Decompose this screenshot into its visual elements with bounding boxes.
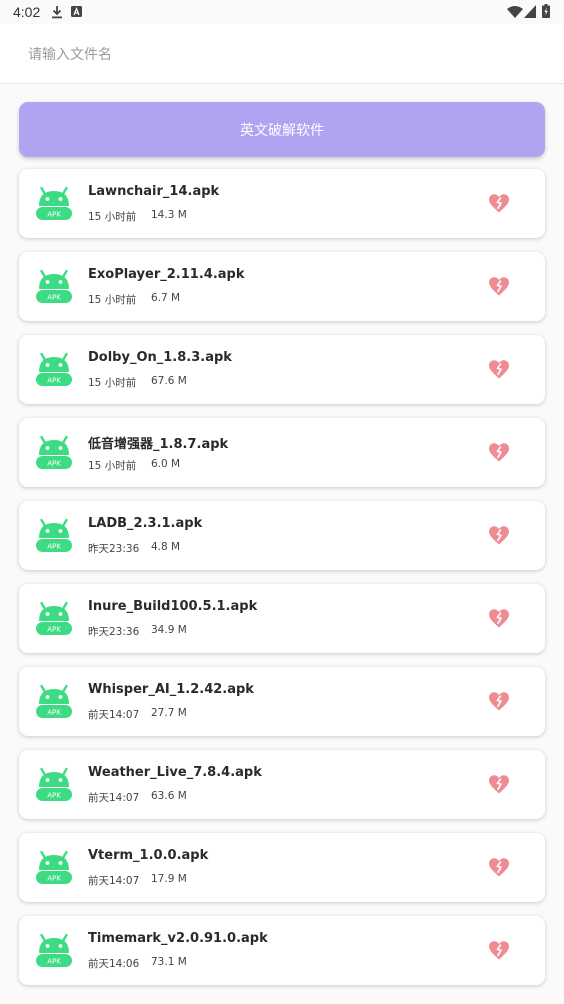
- file-card[interactable]: APK 低音增强器_1.8.7.apk 15 小时前 6.0 M: [19, 418, 545, 487]
- file-name: Lawnchair_14.apk: [88, 184, 220, 199]
- android-apk-icon: APK: [36, 186, 72, 220]
- file-size: 27.7 M: [151, 707, 187, 719]
- file-name: 低音增强器_1.8.7.apk: [88, 437, 229, 452]
- heart-icon[interactable]: [487, 275, 511, 297]
- file-name: ExoPlayer_2.11.4.apk: [88, 267, 245, 282]
- svg-text:APK: APK: [47, 377, 61, 385]
- file-size: 34.9 M: [151, 624, 187, 636]
- file-size: 14.3 M: [151, 209, 187, 221]
- battery-icon: [542, 4, 550, 18]
- heart-icon[interactable]: [487, 939, 511, 961]
- heart-icon[interactable]: [487, 690, 511, 712]
- android-apk-icon: APK: [36, 352, 72, 386]
- signal-icon: [524, 5, 536, 18]
- file-time: 前天14:07: [88, 792, 140, 804]
- file-name: Inure_Build100.5.1.apk: [88, 599, 258, 614]
- heart-icon[interactable]: [487, 856, 511, 878]
- file-time: 前天14:07: [88, 875, 140, 887]
- android-apk-icon: APK: [36, 684, 72, 718]
- heart-icon[interactable]: [487, 524, 511, 546]
- search-input[interactable]: [26, 42, 530, 68]
- svg-text:APK: APK: [47, 543, 61, 551]
- file-name: Timemark_v2.0.91.0.apk: [88, 931, 268, 946]
- file-card[interactable]: APK Dolby_On_1.8.3.apk 15 小时前 67.6 M: [19, 335, 545, 404]
- file-size: 73.1 M: [151, 956, 187, 968]
- file-card[interactable]: APK ExoPlayer_2.11.4.apk 15 小时前 6.7 M: [19, 252, 545, 321]
- file-card[interactable]: APK Weather_Live_7.8.4.apk 前天14:07 63.6 …: [19, 750, 545, 819]
- file-size: 17.9 M: [151, 873, 187, 885]
- file-time: 前天14:06: [88, 958, 140, 970]
- category-button-label: 英文破解软件: [240, 122, 324, 139]
- file-card[interactable]: APK Whisper_AI_1.2.42.apk 前天14:07 27.7 M: [19, 667, 545, 736]
- status-bar: 4:02: [0, 0, 564, 24]
- file-size: 63.6 M: [151, 790, 187, 802]
- file-card[interactable]: APK Lawnchair_14.apk 15 小时前 14.3 M: [19, 169, 545, 238]
- file-name: Vterm_1.0.0.apk: [88, 848, 209, 863]
- svg-text:APK: APK: [47, 875, 61, 883]
- file-size: 6.7 M: [151, 292, 181, 304]
- wifi-icon: [507, 6, 523, 18]
- heart-icon[interactable]: [487, 441, 511, 463]
- android-apk-icon: APK: [36, 933, 72, 967]
- android-apk-icon: APK: [36, 767, 72, 801]
- svg-text:APK: APK: [47, 294, 61, 302]
- android-apk-icon: APK: [36, 269, 72, 303]
- file-time: 15 小时前: [88, 377, 137, 389]
- svg-text:APK: APK: [47, 211, 61, 219]
- android-apk-icon: APK: [36, 435, 72, 469]
- heart-icon[interactable]: [487, 192, 511, 214]
- file-time: 15 小时前: [88, 460, 137, 472]
- svg-text:APK: APK: [47, 709, 61, 717]
- file-name: Weather_Live_7.8.4.apk: [88, 765, 262, 780]
- file-card[interactable]: APK Timemark_v2.0.91.0.apk 前天14:06 73.1 …: [19, 916, 545, 985]
- file-card[interactable]: APK Inure_Build100.5.1.apk 昨天23:36 34.9 …: [19, 584, 545, 653]
- file-name: Whisper_AI_1.2.42.apk: [88, 682, 254, 697]
- svg-text:APK: APK: [47, 460, 61, 468]
- svg-text:APK: APK: [47, 792, 61, 800]
- file-card[interactable]: APK LADB_2.3.1.apk 昨天23:36 4.8 M: [19, 501, 545, 570]
- file-time: 前天14:07: [88, 709, 140, 721]
- status-time: 4:02: [13, 4, 41, 20]
- search-bar: [0, 24, 564, 84]
- file-time: 昨天23:36: [88, 543, 140, 555]
- file-name: LADB_2.3.1.apk: [88, 516, 203, 531]
- category-button[interactable]: 英文破解软件: [19, 102, 545, 157]
- file-size: 6.0 M: [151, 458, 181, 470]
- file-size: 4.8 M: [151, 541, 181, 553]
- android-apk-icon: APK: [36, 601, 72, 635]
- file-card[interactable]: APK Vterm_1.0.0.apk 前天14:07 17.9 M: [19, 833, 545, 902]
- file-time: 15 小时前: [88, 294, 137, 306]
- file-time: 昨天23:36: [88, 626, 140, 638]
- heart-icon[interactable]: [487, 358, 511, 380]
- android-apk-icon: APK: [36, 518, 72, 552]
- file-time: 15 小时前: [88, 211, 137, 223]
- download-icon: [52, 6, 62, 19]
- a-notification-icon: [71, 6, 82, 17]
- heart-icon[interactable]: [487, 773, 511, 795]
- android-apk-icon: APK: [36, 850, 72, 884]
- file-name: Dolby_On_1.8.3.apk: [88, 350, 232, 365]
- svg-text:APK: APK: [47, 958, 61, 966]
- heart-icon[interactable]: [487, 607, 511, 629]
- file-list: APK Lawnchair_14.apk 15 小时前 14.3 M APK E…: [19, 169, 545, 999]
- svg-text:APK: APK: [47, 626, 61, 634]
- file-size: 67.6 M: [151, 375, 187, 387]
